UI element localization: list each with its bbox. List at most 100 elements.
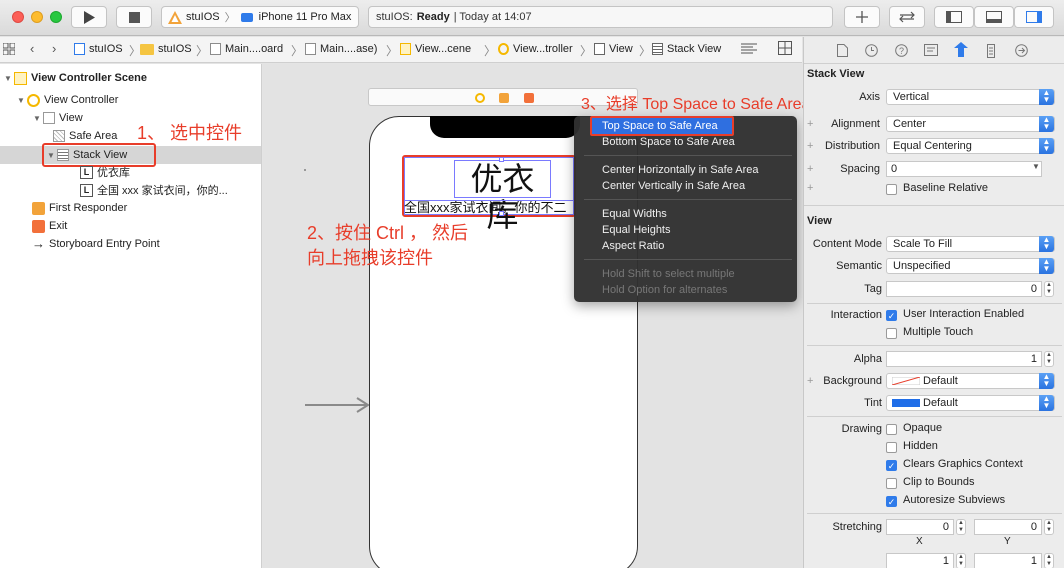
stretch-y-stepper[interactable]: ▲ ▼ xyxy=(1044,519,1054,535)
multiple-touch-checkbox[interactable] xyxy=(886,328,897,339)
background-popup[interactable]: Default ▲ ▼ xyxy=(886,373,1055,389)
breadcrumb-stack-view[interactable]: Stack View xyxy=(652,43,721,55)
outline-item-view[interactable]: ▼ View xyxy=(33,109,83,127)
scheme-selector[interactable]: stuIOS 〉 iPhone 11 Pro Max xyxy=(161,6,359,28)
stretch-height-stepper[interactable]: ▲ ▼ xyxy=(1044,553,1054,568)
outline-item-exit[interactable]: Exit xyxy=(32,217,67,235)
code-review-button[interactable] xyxy=(889,6,925,28)
breadcrumb-group[interactable]: stuIOS xyxy=(140,43,192,55)
resize-handle[interactable] xyxy=(499,157,504,162)
stretch-x-stepper[interactable]: ▲ ▼ xyxy=(956,519,966,535)
breadcrumb-storyboard-base[interactable]: Main....ase) xyxy=(305,43,377,55)
stretch-y-field[interactable]: 0 xyxy=(974,519,1042,535)
history-inspector-icon[interactable] xyxy=(865,44,878,57)
user-interaction-checkbox[interactable]: ✓ xyxy=(886,310,897,321)
toggle-debug-button[interactable] xyxy=(974,6,1014,28)
tag-stepper[interactable]: ▲ ▼ xyxy=(1044,281,1054,297)
stop-button[interactable] xyxy=(116,6,152,28)
scheme-name: stuIOS xyxy=(186,11,220,23)
menu-item-equal-widths[interactable]: Equal Widths xyxy=(602,208,667,220)
chevron-right-icon: 〉 xyxy=(580,44,593,58)
menu-separator xyxy=(584,155,792,156)
breadcrumb-project[interactable]: stuIOS xyxy=(74,43,123,55)
hidden-label: Hidden xyxy=(903,440,938,452)
minimize-window-button[interactable] xyxy=(31,11,43,23)
semantic-popup[interactable]: Unspecified ▲ ▼ xyxy=(886,258,1055,274)
menu-item-aspect-ratio[interactable]: Aspect Ratio xyxy=(602,240,664,252)
outline-item-label-tagline[interactable]: L 全国 xxx 家试衣间，你的... xyxy=(80,181,228,199)
size-inspector-icon[interactable] xyxy=(987,44,995,58)
menu-item-equal-heights[interactable]: Equal Heights xyxy=(602,224,671,236)
alignment-popup[interactable]: Center ▲ ▼ xyxy=(886,116,1055,132)
alpha-field[interactable]: 1 xyxy=(886,351,1042,367)
axis-value: Vertical xyxy=(893,91,930,103)
clip-bounds-checkbox[interactable] xyxy=(886,478,897,489)
menu-separator xyxy=(584,259,792,260)
run-button[interactable] xyxy=(71,6,107,28)
entry-point-arrow-icon[interactable] xyxy=(305,396,371,414)
breadcrumb-scene[interactable]: View...cene xyxy=(400,43,471,55)
menu-item-center-horizontally[interactable]: Center Horizontally in Safe Area xyxy=(602,164,759,176)
background-label: Background xyxy=(823,375,882,387)
stretch-height-field[interactable]: 1 xyxy=(974,553,1042,568)
axis-popup[interactable]: Vertical ▲ ▼ xyxy=(886,89,1055,105)
breadcrumb-view[interactable]: View xyxy=(594,43,633,55)
brand-label[interactable]: 优衣库 xyxy=(454,160,551,233)
chevron-right-icon: 〉 xyxy=(224,12,236,24)
tagline-label[interactable]: 全国xxx家试衣间，你的不二 xyxy=(404,200,574,215)
tint-popup[interactable]: Default ▲ ▼ xyxy=(886,395,1055,411)
stretch-x-field[interactable]: 0 xyxy=(886,519,954,535)
alpha-stepper[interactable]: ▲ ▼ xyxy=(1044,351,1054,367)
menu-item-center-vertically[interactable]: Center Vertically in Safe Area xyxy=(602,180,745,192)
back-icon[interactable]: ‹ xyxy=(30,41,34,56)
outline-item-scene[interactable]: ▼ View Controller Scene xyxy=(4,69,147,87)
library-button[interactable] xyxy=(844,6,880,28)
view-controller-icon[interactable] xyxy=(475,93,485,103)
disclosure-triangle-icon[interactable]: ▼ xyxy=(17,96,27,105)
file-inspector-icon[interactable] xyxy=(837,44,848,57)
baseline-relative-checkbox[interactable] xyxy=(886,184,897,195)
interaction-label: Interaction xyxy=(830,309,882,321)
plus-variation-icon[interactable]: + xyxy=(807,182,813,194)
opaque-checkbox[interactable] xyxy=(886,424,897,435)
outline-item-entry-point[interactable]: → Storyboard Entry Point xyxy=(32,235,160,253)
chevron-down-icon[interactable]: ▼ xyxy=(1032,162,1040,171)
disclosure-triangle-icon[interactable]: ▼ xyxy=(33,114,43,123)
disclosure-triangle-icon[interactable]: ▼ xyxy=(4,74,14,83)
help-inspector-icon[interactable]: ? xyxy=(895,44,908,57)
first-responder-icon[interactable] xyxy=(499,93,509,103)
distribution-popup[interactable]: Equal Centering ▲ ▼ xyxy=(886,138,1055,154)
stretch-width-field[interactable]: 1 xyxy=(886,553,954,568)
close-window-button[interactable] xyxy=(12,11,24,23)
breadcrumb-controller[interactable]: View...troller xyxy=(498,43,573,55)
toggle-navigator-button[interactable] xyxy=(934,6,974,28)
autoresize-checkbox[interactable]: ✓ xyxy=(886,496,897,507)
breadcrumb-storyboard[interactable]: Main....oard xyxy=(210,43,283,55)
attributes-inspector-icon[interactable] xyxy=(954,42,968,58)
stretch-width-stepper[interactable]: ▲ ▼ xyxy=(956,553,966,568)
forward-icon[interactable]: › xyxy=(52,41,56,56)
split-editor-icon[interactable] xyxy=(778,41,792,55)
tag-field[interactable]: 0 xyxy=(886,281,1042,297)
outline-item-first-responder[interactable]: First Responder xyxy=(32,199,127,217)
lines-icon[interactable] xyxy=(741,43,757,54)
hidden-checkbox[interactable] xyxy=(886,442,897,453)
spacing-field[interactable]: 0 xyxy=(886,161,1042,177)
resize-handle[interactable] xyxy=(499,211,504,216)
section-title-stack-view: Stack View xyxy=(807,68,865,80)
toggle-inspector-button[interactable] xyxy=(1014,6,1054,28)
content-mode-popup[interactable]: Scale To Fill ▲ ▼ xyxy=(886,236,1055,252)
outline-item-label-brand[interactable]: L 优衣库 xyxy=(80,163,130,181)
menu-item-top-space-safe-area[interactable]: Top Space to Safe Area xyxy=(602,120,718,132)
zoom-window-button[interactable] xyxy=(50,11,62,23)
exit-icon[interactable] xyxy=(524,93,534,103)
identity-inspector-icon[interactable] xyxy=(924,44,938,56)
breadcrumb-label: Main....oard xyxy=(225,43,284,55)
outline-item-view-controller[interactable]: ▼ View Controller xyxy=(17,91,118,109)
menu-item-bottom-space-safe-area[interactable]: Bottom Space to Safe Area xyxy=(602,136,735,148)
clears-graphics-checkbox[interactable]: ✓ xyxy=(886,460,897,471)
grid-icon[interactable] xyxy=(3,43,15,55)
left-panel-icon xyxy=(946,11,962,23)
connections-inspector-icon[interactable] xyxy=(1015,44,1028,57)
y-label: Y xyxy=(1004,536,1011,547)
